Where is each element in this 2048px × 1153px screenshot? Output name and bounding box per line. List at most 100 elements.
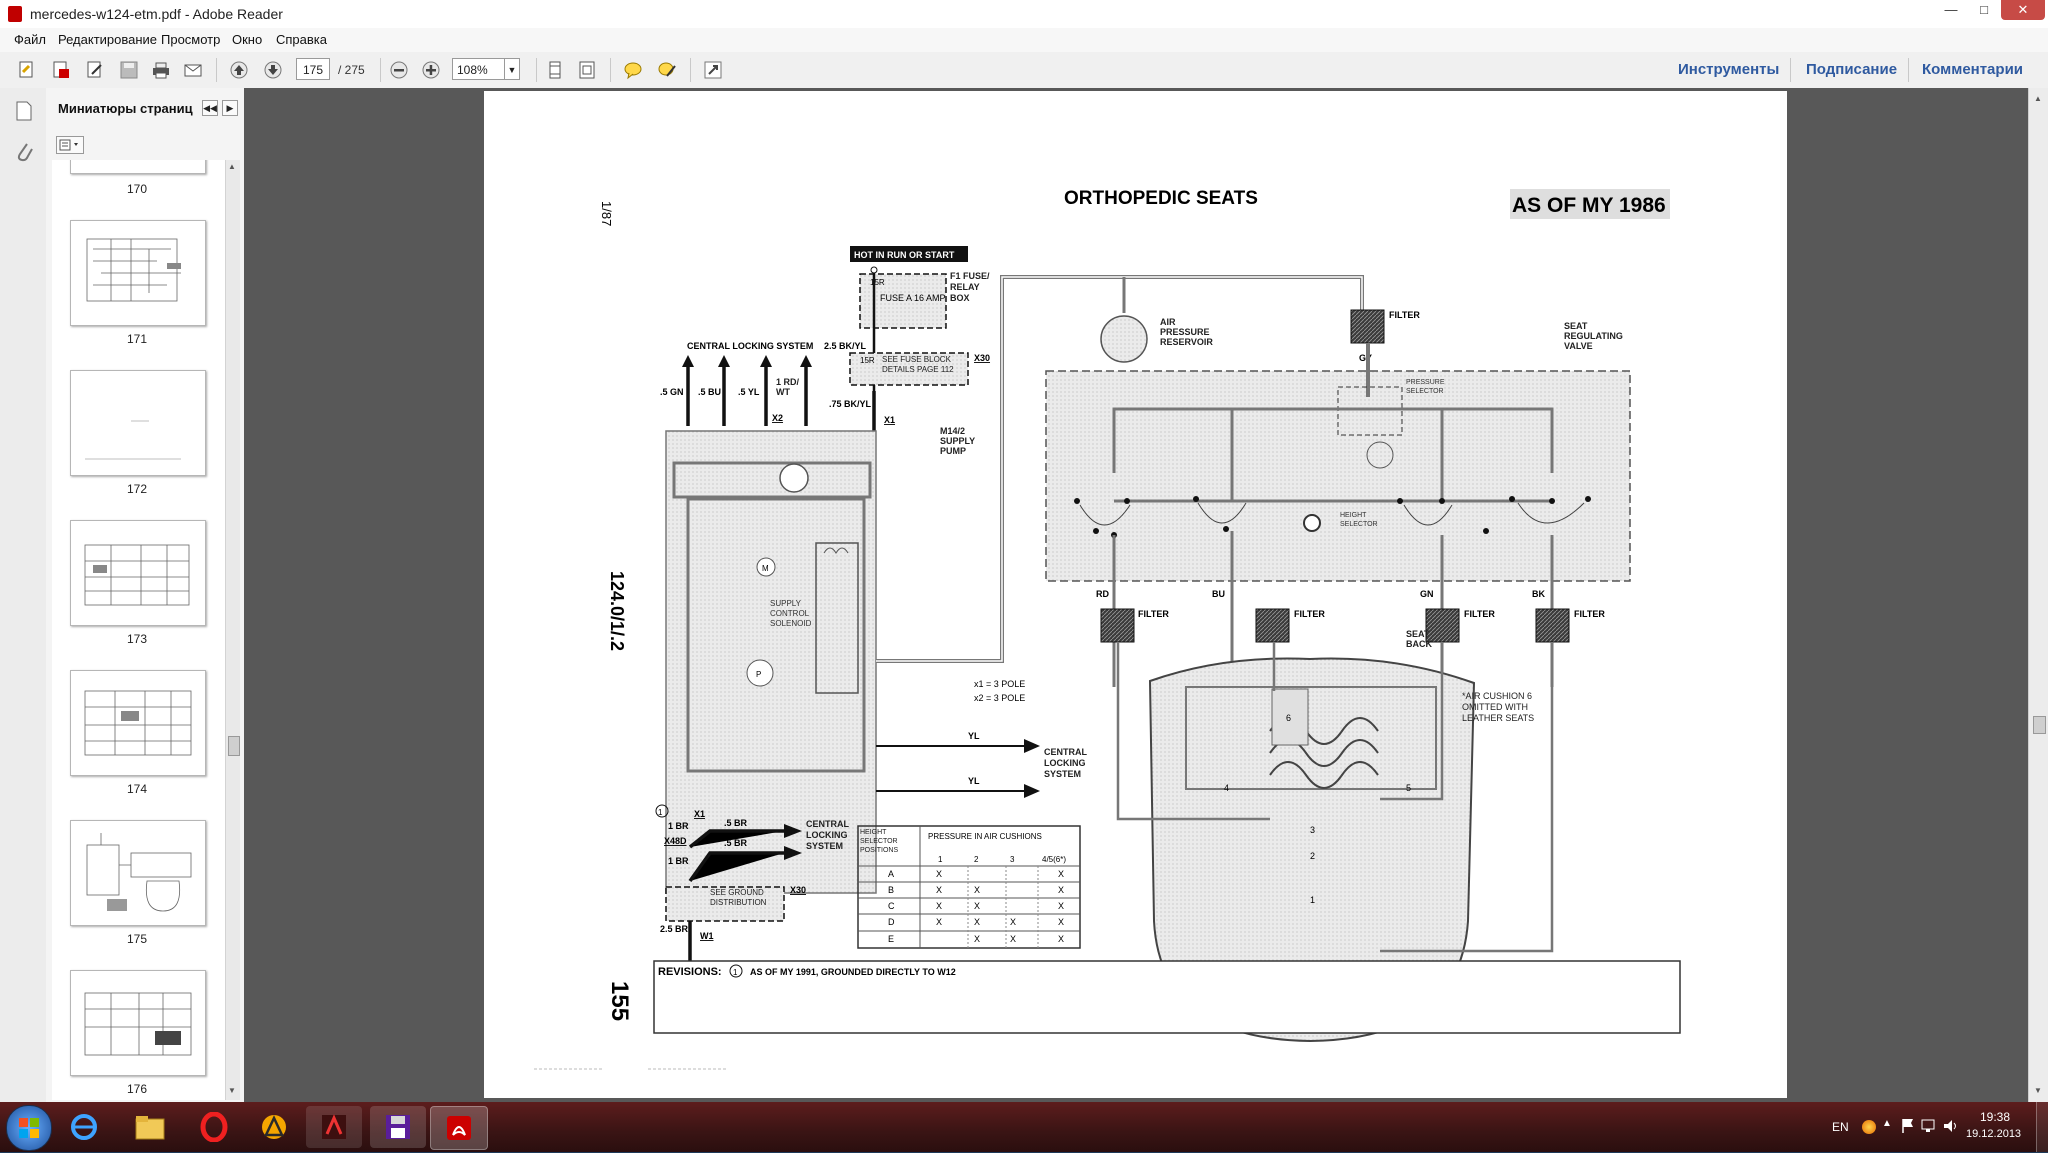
thumbnail-page-174[interactable] — [70, 670, 206, 776]
thumbnail-page-170[interactable] — [70, 160, 206, 174]
show-desktop-button[interactable] — [2036, 1102, 2048, 1152]
page-thumbnails-icon[interactable] — [14, 100, 34, 125]
pdf-page: ORTHOPEDIC SEATS AS OF MY 1986 1/87 124.… — [484, 91, 1787, 1098]
start-button[interactable] — [6, 1105, 52, 1151]
svg-text:4: 4 — [1224, 783, 1229, 793]
email-icon[interactable] — [182, 59, 204, 81]
scroll-down-icon[interactable]: ▼ — [2034, 1086, 2042, 1095]
thumbnail-options-icon[interactable] — [56, 136, 84, 154]
highlight-icon[interactable] — [656, 59, 678, 81]
previous-page-icon[interactable] — [228, 59, 250, 81]
fuse-label: FUSE A 16 AMP — [880, 293, 946, 303]
page-number-input[interactable]: 175 — [296, 58, 330, 80]
svg-text:B: B — [888, 885, 894, 895]
language-indicator[interactable]: EN — [1832, 1120, 1849, 1134]
game-app-icon[interactable] — [306, 1106, 362, 1148]
svg-text:X: X — [1058, 917, 1064, 927]
fit-page-icon[interactable] — [576, 59, 598, 81]
create-pdf-icon[interactable] — [50, 59, 72, 81]
central-locking-label: CENTRAL LOCKING SYSTEM — [687, 341, 813, 351]
svg-text:X48D: X48D — [664, 836, 687, 846]
attachments-icon[interactable] — [14, 140, 34, 167]
aimp-icon[interactable] — [246, 1106, 302, 1148]
print-icon[interactable] — [150, 59, 172, 81]
svg-text:.5 BR: .5 BR — [724, 818, 748, 828]
edit-icon[interactable] — [84, 59, 106, 81]
clock-time[interactable]: 19:38 — [1980, 1110, 2010, 1124]
scroll-thumb[interactable] — [2033, 716, 2046, 734]
svg-text:1: 1 — [733, 968, 738, 977]
navigation-panel-tools — [0, 88, 47, 1102]
svg-text:X: X — [1010, 934, 1016, 944]
scroll-up-icon[interactable]: ▲ — [228, 162, 236, 171]
create-icon[interactable] — [16, 59, 38, 81]
action-center-flag-icon[interactable] — [1900, 1117, 1916, 1138]
zoom-out-icon[interactable] — [388, 59, 410, 81]
scroll-thumb[interactable] — [228, 736, 240, 756]
svg-text:.5 YL: .5 YL — [738, 387, 760, 397]
scroll-up-icon[interactable]: ▲ — [2034, 94, 2042, 103]
supply-pump-label: M14/2 SUPPLY PUMP — [940, 426, 976, 456]
svg-text:X: X — [936, 917, 942, 927]
svg-text:A: A — [888, 869, 894, 879]
thumbnails-scrollbar[interactable]: ▲ ▼ — [225, 160, 240, 1100]
panel-forward-icon[interactable]: ▶ — [222, 100, 238, 116]
collapse-panel-icon[interactable]: ◀◀ — [202, 100, 218, 116]
thumbnails-header: Миниатюры страниц ◀◀ ▶ — [46, 92, 244, 120]
adobe-reader-icon — [8, 6, 22, 22]
svg-text:D: D — [888, 917, 895, 927]
thumbnail-page-176[interactable] — [70, 970, 206, 1076]
svg-text:4/5(6*): 4/5(6*) — [1042, 855, 1066, 864]
save-icon[interactable] — [118, 59, 140, 81]
thumbnail-page-172[interactable] — [70, 370, 206, 476]
hot-in-run-label: HOT IN RUN OR START — [854, 250, 955, 260]
fuse-block-details-label: SEE FUSE BLOCK DETAILS PAGE 112 — [882, 355, 954, 374]
volume-icon[interactable] — [1942, 1117, 1960, 1138]
svg-text:FILTER: FILTER — [1294, 609, 1325, 619]
thumbnail-page-173[interactable] — [70, 520, 206, 626]
document-scrollbar[interactable]: ▲ ▼ — [2028, 88, 2048, 1102]
next-page-icon[interactable] — [262, 59, 284, 81]
zoom-dropdown-icon[interactable]: ▼ — [504, 58, 520, 80]
minimize-button[interactable]: — — [1934, 0, 1968, 20]
revisions-label: REVISIONS: — [658, 966, 722, 978]
title-bar: mercedes-w124-etm.pdf - Adobe Reader — □… — [0, 0, 2048, 29]
internet-explorer-icon[interactable] — [56, 1106, 112, 1148]
menu-file[interactable]: Файл — [14, 32, 46, 47]
thumbnail-page-171[interactable] — [70, 220, 206, 326]
thumbnail-label: 174 — [126, 782, 148, 796]
menu-edit[interactable]: Редактирование — [58, 32, 157, 47]
svg-text:X: X — [974, 917, 980, 927]
tools-link[interactable]: Инструменты — [1678, 61, 1779, 78]
network-icon[interactable] — [1920, 1117, 1938, 1138]
expand-icon[interactable] — [702, 59, 724, 81]
svg-text:X30: X30 — [790, 885, 806, 895]
menu-help[interactable]: Справка — [276, 32, 327, 47]
zoom-in-icon[interactable] — [420, 59, 442, 81]
save-disk-app-icon[interactable] — [370, 1106, 426, 1148]
maximize-button[interactable]: □ — [1967, 0, 2001, 20]
thumbnail-page-175[interactable] — [70, 820, 206, 926]
opera-icon[interactable] — [186, 1106, 242, 1148]
scroll-mode-icon[interactable] — [544, 59, 566, 81]
tray-app-icon[interactable] — [1862, 1120, 1876, 1134]
svg-text:.5 GN: .5 GN — [660, 387, 684, 397]
scroll-down-icon[interactable]: ▼ — [228, 1086, 236, 1095]
svg-text:1 BR: 1 BR — [668, 821, 689, 831]
menu-view[interactable]: Просмотр — [161, 32, 220, 47]
svg-text:X: X — [936, 869, 942, 879]
zoom-input[interactable]: 108% — [452, 58, 508, 80]
svg-text:2: 2 — [974, 855, 979, 864]
sign-link[interactable]: Подписание — [1806, 61, 1897, 78]
svg-text:X: X — [936, 885, 942, 895]
comments-link[interactable]: Комментарии — [1922, 61, 2023, 78]
clock-date[interactable]: 19.12.2013 — [1966, 1128, 2021, 1140]
adobe-reader-taskbar-icon[interactable] — [430, 1106, 488, 1150]
svg-text:1 BR: 1 BR — [668, 856, 689, 866]
show-hidden-icons-icon[interactable]: ▲ — [1882, 1118, 1892, 1129]
menu-window[interactable]: Окно — [232, 32, 262, 47]
file-explorer-icon[interactable] — [122, 1106, 178, 1148]
close-button[interactable]: ✕ — [2001, 0, 2045, 20]
thumbnails-list: 170 171 172 173 174 175 176 — [52, 160, 238, 1100]
comment-icon[interactable] — [622, 59, 644, 81]
